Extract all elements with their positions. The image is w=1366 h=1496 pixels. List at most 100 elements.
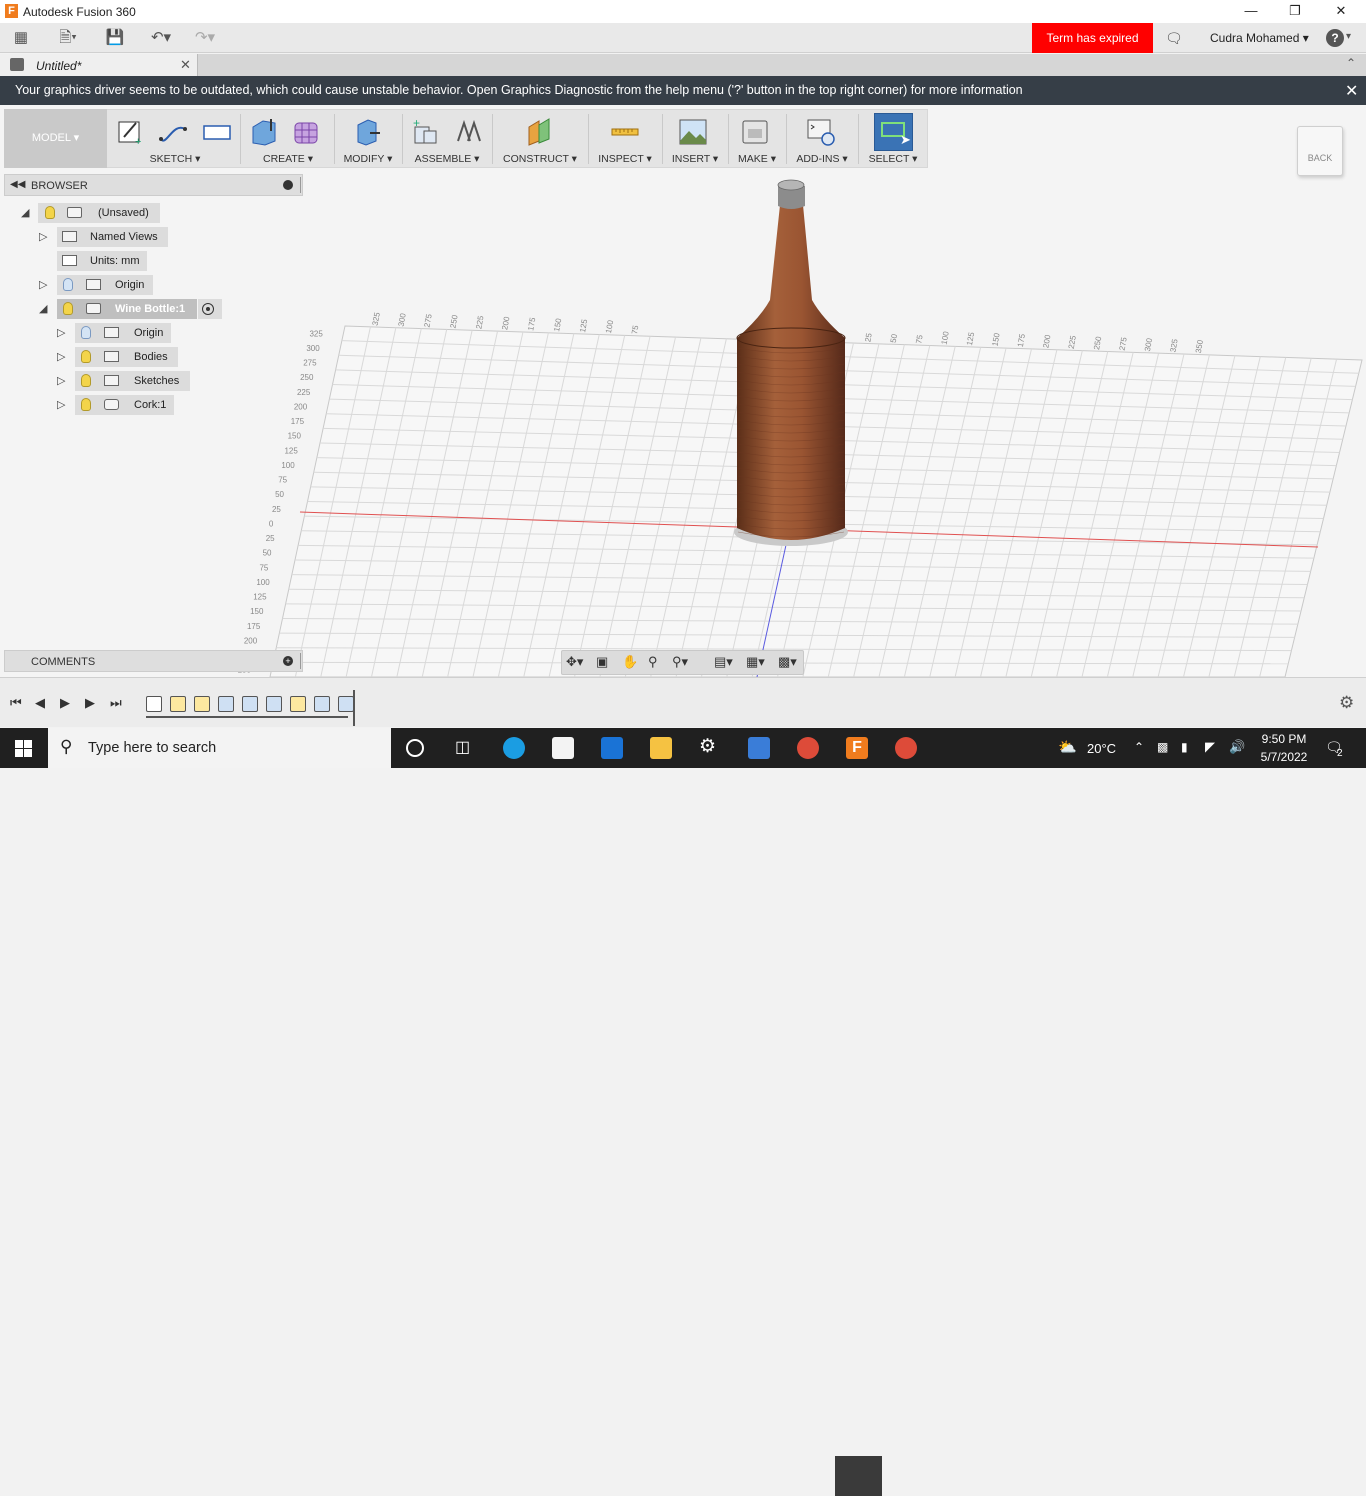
browser-child-bodies[interactable]: ▷ Bodies <box>0 347 300 367</box>
timeline-marker[interactable] <box>353 690 361 726</box>
cortana-icon[interactable] <box>406 739 424 757</box>
select-icon[interactable]: ➤ <box>874 113 913 151</box>
zoom-icon[interactable]: ⚲ <box>648 654 658 670</box>
weather-icon[interactable]: ⛅ <box>1058 738 1077 756</box>
add-comment-icon[interactable]: + <box>283 656 293 666</box>
timeline-feature-revolve-icon[interactable] <box>314 696 330 712</box>
orbit-icon[interactable]: ✥▾ <box>566 654 583 670</box>
visibility-bulb-icon[interactable] <box>63 302 73 315</box>
taskbar-search-box[interactable]: ⚲ Type here to search <box>48 728 391 768</box>
visibility-bulb-icon[interactable] <box>63 278 73 291</box>
store-icon[interactable] <box>552 737 574 759</box>
fit-zoom-icon[interactable]: ⚲▾ <box>672 654 688 670</box>
create-group[interactable]: CREATE ▾ <box>243 109 333 168</box>
expand-triangle-icon[interactable]: ◢ <box>39 302 47 315</box>
comment-icon[interactable]: 🗨 <box>1165 30 1183 47</box>
browser-child-cork[interactable]: ▷ Cork:1 <box>0 395 300 415</box>
mail-icon[interactable] <box>601 737 623 759</box>
offset-plane-icon[interactable] <box>525 117 555 147</box>
chrome-icon[interactable] <box>895 737 917 759</box>
browser-minimize-icon[interactable] <box>283 180 293 190</box>
expand-triangle-icon[interactable]: ▷ <box>39 278 47 291</box>
close-tab-icon[interactable]: ✕ <box>180 57 191 73</box>
press-pull-icon[interactable] <box>352 117 382 147</box>
browser-origin[interactable]: ▷ Origin <box>0 275 300 295</box>
go-to-start-icon[interactable]: ⏮ <box>10 695 22 711</box>
tray-chevron-icon[interactable]: ⌃ <box>1134 740 1144 754</box>
battery-icon[interactable]: ▮ <box>1181 740 1188 754</box>
system-clock[interactable]: 9:50 PM 5/7/2022 <box>1256 732 1312 764</box>
browser-named-views[interactable]: ▷ Named Views <box>0 227 300 247</box>
spline-icon[interactable] <box>158 117 188 147</box>
close-warning-icon[interactable]: ✕ <box>1345 81 1358 101</box>
comments-panel-header[interactable]: COMMENTS + <box>4 650 303 672</box>
modify-group[interactable]: MODIFY ▾ <box>336 109 400 168</box>
expand-triangle-icon[interactable]: ◢ <box>21 206 29 219</box>
timeline-feature-plane-icon[interactable] <box>266 696 282 712</box>
sketch-group[interactable]: + SKETCH ▾ <box>110 109 240 168</box>
grid-settings-icon[interactable]: ▦▾ <box>746 654 765 670</box>
help-dropdown-icon[interactable]: ▾ <box>1346 31 1351 42</box>
pan-hand-icon[interactable]: ✋ <box>622 654 638 670</box>
chrome-icon[interactable] <box>797 737 819 759</box>
activate-component-icon[interactable] <box>202 303 214 315</box>
new-component-icon[interactable]: + <box>410 117 440 147</box>
redo-icon[interactable]: ↷▾ <box>188 27 222 49</box>
expand-triangle-icon[interactable]: ▷ <box>57 326 65 339</box>
help-icon[interactable]: ? <box>1326 29 1344 47</box>
visibility-bulb-icon[interactable] <box>81 374 91 387</box>
visibility-bulb-icon[interactable] <box>45 206 55 219</box>
viewcube[interactable]: BACK <box>1297 126 1343 176</box>
bottle-body[interactable] <box>737 338 845 540</box>
workspace-switcher[interactable]: MODEL ▾ <box>4 109 107 168</box>
expand-triangle-icon[interactable]: ▷ <box>57 350 65 363</box>
addins-group[interactable]: ADD-INS ▾ <box>788 109 856 168</box>
select-group[interactable]: ➤ SELECT ▾ <box>860 109 926 168</box>
play-icon[interactable]: ▶ <box>85 695 95 711</box>
document-tab[interactable]: Untitled* ✕ <box>0 54 198 76</box>
timeline-feature-revolve-icon[interactable] <box>218 696 234 712</box>
step-back-icon[interactable]: ◀ <box>35 695 45 711</box>
browser-root-node[interactable]: ◢ (Unsaved) <box>0 203 300 223</box>
settings-gear-icon[interactable]: ⚙ <box>699 735 721 757</box>
measure-icon[interactable] <box>610 117 640 147</box>
scripts-addins-icon[interactable] <box>806 117 836 147</box>
3d-print-icon[interactable] <box>740 117 770 147</box>
visibility-bulb-icon[interactable] <box>81 398 91 411</box>
form-icon[interactable] <box>291 117 321 147</box>
construct-group[interactable]: CONSTRUCT ▾ <box>494 109 586 168</box>
task-view-icon[interactable]: ◫ <box>455 737 477 759</box>
file-menu-icon[interactable]: 🗎▾ <box>52 27 84 49</box>
make-group[interactable]: MAKE ▾ <box>730 109 784 168</box>
minimize-button[interactable]: — <box>1228 0 1274 23</box>
browser-child-sketches[interactable]: ▷ Sketches <box>0 371 300 391</box>
timeline-settings-gear-icon[interactable]: ⚙ <box>1339 693 1354 713</box>
step-forward-icon[interactable]: ▶ <box>60 695 70 711</box>
insert-group[interactable]: INSERT ▾ <box>664 109 726 168</box>
timeline-feature-body-icon[interactable] <box>242 696 258 712</box>
viewports-icon[interactable]: ▩▾ <box>778 654 797 670</box>
bottle-neck[interactable] <box>737 205 845 347</box>
undo-icon[interactable]: ↶▾ <box>144 27 178 49</box>
browser-component-wine-bottle[interactable]: ◢ Wine Bottle:1 <box>0 299 300 319</box>
timeline-feature-sketch-icon[interactable] <box>290 696 306 712</box>
go-to-end-icon[interactable]: ⏭ <box>110 695 122 711</box>
save-icon[interactable]: 💾 <box>104 27 126 49</box>
browser-child-origin[interactable]: ▷ Origin <box>0 323 300 343</box>
expand-triangle-icon[interactable]: ▷ <box>57 398 65 411</box>
expand-triangle-icon[interactable]: ▷ <box>57 374 65 387</box>
volume-icon[interactable]: 🔊 <box>1229 739 1245 755</box>
extrude-icon[interactable] <box>249 117 279 147</box>
user-account-menu[interactable]: Cudra Mohamed ▾ <box>1210 31 1309 45</box>
windows-start-icon[interactable] <box>15 740 32 757</box>
maximize-button[interactable]: ❐ <box>1272 0 1318 23</box>
tray-device-icon[interactable]: ▩ <box>1157 740 1168 754</box>
browser-panel-header[interactable]: ◀◀ BROWSER <box>4 174 303 196</box>
collapse-chevron-icon[interactable]: ⌃ <box>1346 56 1356 70</box>
photos-icon[interactable] <box>748 737 770 759</box>
create-sketch-icon[interactable]: + <box>116 117 146 147</box>
viewcube-back-face[interactable]: BACK <box>1308 153 1333 163</box>
edge-icon[interactable] <box>503 737 525 759</box>
visibility-bulb-icon[interactable] <box>81 350 91 363</box>
timeline-feature-sketch-icon[interactable] <box>170 696 186 712</box>
